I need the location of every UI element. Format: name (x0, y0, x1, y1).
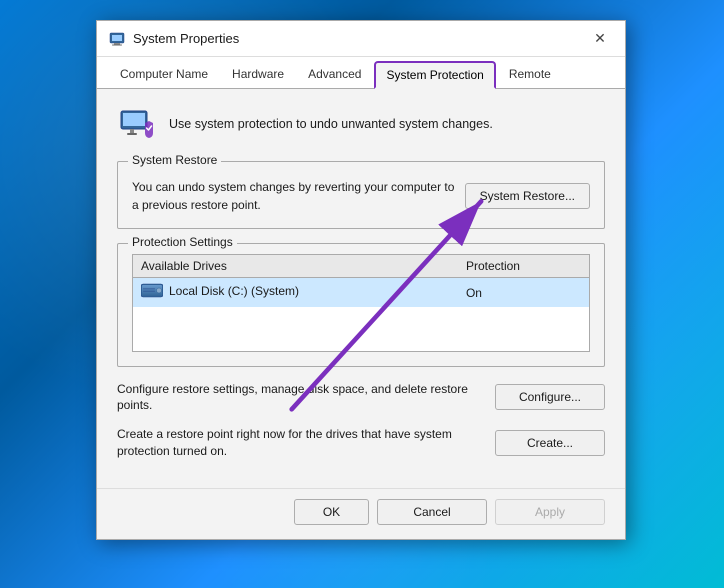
dialog-icon (109, 31, 125, 47)
col-header-drives: Available Drives (133, 255, 458, 278)
create-description: Create a restore point right now for the… (117, 426, 485, 460)
table-row-empty-1 (133, 307, 590, 329)
configure-row: Configure restore settings, manage disk … (117, 381, 605, 415)
tab-remote[interactable]: Remote (498, 60, 562, 88)
col-header-protection: Protection (458, 255, 590, 278)
create-button[interactable]: Create... (495, 430, 605, 456)
tab-advanced[interactable]: Advanced (297, 60, 372, 88)
system-properties-dialog: System Properties ✕ Computer Name Hardwa… (96, 20, 626, 540)
table-row[interactable]: Local Disk (C:) (System) On (133, 278, 590, 308)
tab-content: Use system protection to undo unwanted s… (97, 89, 625, 488)
protection-icon (117, 105, 157, 145)
configure-button[interactable]: Configure... (495, 384, 605, 410)
title-bar-left: System Properties (109, 31, 239, 47)
system-restore-group: System Restore You can undo system chang… (117, 161, 605, 229)
protection-settings-group: Protection Settings Available Drives Pro… (117, 243, 605, 367)
configure-description: Configure restore settings, manage disk … (117, 381, 485, 415)
dialog-footer: OK Cancel Apply (97, 488, 625, 539)
apply-button[interactable]: Apply (495, 499, 605, 525)
drive-icon-cell: Local Disk (C:) (System) (141, 283, 299, 299)
restore-description: You can undo system changes by reverting… (132, 178, 455, 214)
system-restore-label: System Restore (128, 153, 221, 167)
title-bar: System Properties ✕ (97, 21, 625, 57)
restore-section: You can undo system changes by reverting… (132, 172, 590, 214)
ok-button[interactable]: OK (294, 499, 369, 525)
header-description: Use system protection to undo unwanted s… (169, 116, 493, 134)
drive-name-cell: Local Disk (C:) (System) (133, 278, 458, 308)
hdd-icon (141, 283, 163, 299)
protection-settings-label: Protection Settings (128, 235, 237, 249)
tab-system-protection[interactable]: System Protection (374, 61, 495, 89)
tab-hardware[interactable]: Hardware (221, 60, 295, 88)
protection-status-cell: On (458, 278, 590, 308)
drive-name: Local Disk (C:) (System) (169, 284, 299, 298)
system-restore-button[interactable]: System Restore... (465, 183, 590, 209)
tab-bar: Computer Name Hardware Advanced System P… (97, 57, 625, 89)
close-button[interactable]: ✕ (587, 28, 613, 50)
header-section: Use system protection to undo unwanted s… (117, 105, 605, 145)
tab-computer-name[interactable]: Computer Name (109, 60, 219, 88)
table-row-empty-2 (133, 329, 590, 351)
drives-table: Available Drives Protection (132, 254, 590, 352)
create-row: Create a restore point right now for the… (117, 426, 605, 460)
cancel-button[interactable]: Cancel (377, 499, 487, 525)
dialog-title: System Properties (133, 31, 239, 46)
